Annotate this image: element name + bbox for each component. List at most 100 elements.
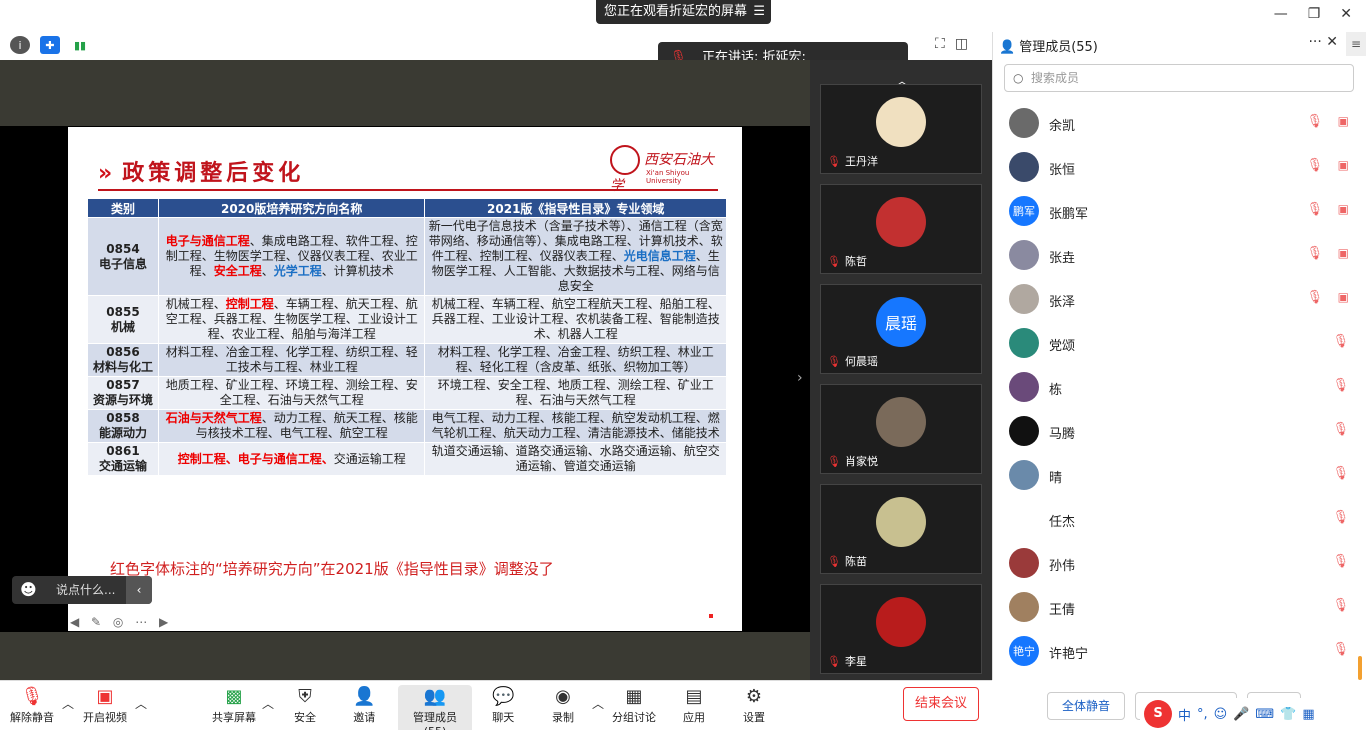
field-text: 地质工程、矿业工程、环境工程、测绘工程、安全工程、石油与天然气工程: [165, 378, 418, 407]
col-header-2020: 2020版培养研究方向名称: [157, 198, 426, 218]
member-row[interactable]: 余凯 🎙 ▣: [1009, 106, 1349, 138]
camera-off-icon[interactable]: ▣: [1338, 202, 1349, 216]
security-button[interactable]: ⛨ 安全: [294, 685, 316, 725]
avatar: [1009, 328, 1039, 358]
camera-off-icon[interactable]: ▣: [1338, 114, 1349, 128]
highlighted-field: 光学工程: [273, 264, 322, 278]
mic-muted-icon[interactable]: 🎙: [1306, 158, 1323, 173]
audio-options-caret[interactable]: ︿: [62, 695, 74, 712]
mic-muted-icon[interactable]: 🎙: [1332, 642, 1349, 657]
mic-muted-icon: 🎙: [827, 555, 841, 568]
panel-close-icon[interactable]: ✕: [1326, 34, 1338, 50]
table-row: 0855 机械 机械工程、控制工程、车辆工程、航天工程、航空工程、兵器工程、生物医学…: [87, 295, 727, 344]
signal-icon[interactable]: ▮▮: [70, 36, 90, 54]
chat-input-placeholder: 说点什么...: [56, 583, 116, 597]
panel-title: 👤 管理成员(55): [999, 36, 1098, 55]
viewing-banner[interactable]: 您正在观看折延宏的屏幕 ☰: [596, 0, 771, 24]
mic-muted-icon[interactable]: 🎙: [1306, 114, 1323, 129]
members-label: 管理成员(55): [413, 711, 457, 730]
table-row: 0856 材料与化工 材料工程、冶金工程、化学工程、纺织工程、轻工技术与工程、林业工…: [87, 343, 727, 377]
mic-muted-icon: 🎙: [827, 455, 841, 468]
start-video-button[interactable]: ▣ 开启视频: [83, 685, 127, 725]
ime-tool-icon[interactable]: 🎤: [1233, 707, 1249, 722]
video-tile[interactable]: 晨瑶 🎙 何晨瑶: [820, 284, 982, 374]
avatar: 艳宁: [1009, 636, 1039, 666]
category-cell: 0856 材料与化工: [87, 343, 159, 377]
member-row[interactable]: 栋 🎙: [1009, 370, 1349, 402]
share-options-caret[interactable]: ︿: [262, 695, 274, 712]
mic-muted-icon[interactable]: 🎙: [1306, 246, 1323, 261]
mic-muted-icon[interactable]: 🎙: [1332, 378, 1349, 393]
double-arrow-icon: »: [98, 161, 117, 186]
member-row[interactable]: 晴 🎙: [1009, 458, 1349, 490]
video-options-caret[interactable]: ︿: [135, 695, 147, 712]
record-button[interactable]: ◉ 录制: [552, 685, 574, 725]
mic-muted-icon[interactable]: 🎙: [1332, 334, 1349, 349]
restore-icon[interactable]: ❐: [1308, 6, 1321, 22]
banner-menu-icon[interactable]: ☰: [753, 0, 765, 24]
fullscreen-icon[interactable]: ⛶: [935, 36, 945, 52]
expand-strip-icon[interactable]: ›: [797, 370, 803, 386]
table-row: 0861 交通运输 控制工程、电子与通信工程、交通运输工程 轨道交通运输、道路交通运输…: [87, 442, 727, 476]
mic-muted-icon[interactable]: 🎙: [1332, 554, 1349, 569]
unmute-button[interactable]: 🎙 解除静音: [10, 685, 54, 725]
close-icon[interactable]: ✕: [1340, 6, 1352, 22]
video-tile[interactable]: 🎙 王丹洋: [820, 84, 982, 174]
chat-input[interactable]: ☻ 说点什么... ‹: [12, 576, 152, 604]
member-row[interactable]: 张泽 🎙 ▣: [1009, 282, 1349, 314]
viewing-banner-label: 您正在观看折延宏的屏幕: [604, 4, 748, 19]
share-screen-button[interactable]: ▩ 共享屏幕: [212, 685, 256, 725]
record-options-caret[interactable]: ︿: [592, 695, 604, 712]
manage-members-button[interactable]: 👥 管理成员(55): [398, 685, 472, 730]
minimize-icon[interactable]: —: [1274, 6, 1288, 22]
mic-muted-icon[interactable]: 🎙: [1332, 422, 1349, 437]
collapse-chat-icon[interactable]: ‹: [126, 576, 152, 604]
mic-muted-icon[interactable]: 🎙: [1332, 598, 1349, 613]
member-row[interactable]: 王倩 🎙: [1009, 590, 1349, 622]
mic-muted-icon[interactable]: 🎙: [1306, 202, 1323, 217]
ime-tool-icon[interactable]: ⌨: [1255, 707, 1274, 722]
member-row[interactable]: 张垚 🎙 ▣: [1009, 238, 1349, 270]
video-tile[interactable]: 🎙 肖家悦: [820, 384, 982, 474]
sidebar-toggle-icon[interactable]: ◫: [955, 36, 968, 52]
more-icon[interactable]: ···: [1308, 34, 1321, 50]
member-row[interactable]: 党颂 🎙: [1009, 326, 1349, 358]
highlighted-field: 光电信息工程: [623, 249, 696, 263]
member-row[interactable]: 张恒 🎙 ▣: [1009, 150, 1349, 182]
video-tile[interactable]: 🎙 陈哲: [820, 184, 982, 274]
shield-icon[interactable]: ✚: [40, 36, 60, 54]
video-tile[interactable]: 🎙 李星: [820, 584, 982, 674]
member-row[interactable]: 孙伟 🎙: [1009, 546, 1349, 578]
sogou-logo-icon[interactable]: S: [1144, 700, 1172, 728]
ime-tool-icon[interactable]: ☺: [1214, 707, 1228, 722]
ime-tool-icon[interactable]: 中: [1178, 705, 1191, 724]
member-search-input[interactable]: ○ 搜索成员: [1004, 64, 1354, 92]
end-meeting-button[interactable]: 结束会议: [903, 687, 979, 721]
apps-button[interactable]: ▤ 应用: [683, 685, 705, 725]
emoji-icon[interactable]: ☻: [20, 576, 37, 604]
side-menu-icon[interactable]: ≡: [1346, 32, 1366, 56]
mic-muted-icon[interactable]: 🎙: [1332, 466, 1349, 481]
breakout-button[interactable]: ▦ 分组讨论: [612, 685, 656, 725]
camera-off-icon[interactable]: ▣: [1338, 158, 1349, 172]
invite-button[interactable]: 👤 邀请: [353, 685, 375, 725]
mute-all-button[interactable]: 全体静音: [1047, 692, 1126, 720]
info-icon[interactable]: i: [10, 36, 30, 54]
camera-off-icon[interactable]: ▣: [1338, 246, 1349, 260]
mic-muted-icon[interactable]: 🎙: [1306, 290, 1323, 305]
ime-tool-icon[interactable]: °,: [1197, 707, 1208, 722]
video-tile[interactable]: 🎙 陈苗: [820, 484, 982, 574]
member-row[interactable]: 鹏军 张鹏军 🎙 ▣: [1009, 194, 1349, 226]
mic-muted-icon[interactable]: 🎙: [1332, 510, 1349, 525]
member-row[interactable]: 艳宁 许艳宁 🎙: [1009, 634, 1349, 666]
member-row[interactable]: 马腾 🎙: [1009, 414, 1349, 446]
ime-tool-icon[interactable]: 👕: [1280, 707, 1296, 722]
slide-nav-tools[interactable]: ◀ ✎ ◎ ⋯ ▶: [70, 615, 172, 629]
chat-button[interactable]: 💬 聊天: [492, 685, 514, 725]
ime-tool-icon[interactable]: ▦: [1302, 707, 1314, 722]
category-name: 材料与化工: [92, 360, 153, 374]
member-list-scrollbar[interactable]: [1358, 656, 1362, 680]
settings-button[interactable]: ⚙ 设置: [743, 685, 765, 725]
member-row[interactable]: 任杰 🎙: [1009, 502, 1349, 534]
camera-off-icon[interactable]: ▣: [1338, 290, 1349, 304]
